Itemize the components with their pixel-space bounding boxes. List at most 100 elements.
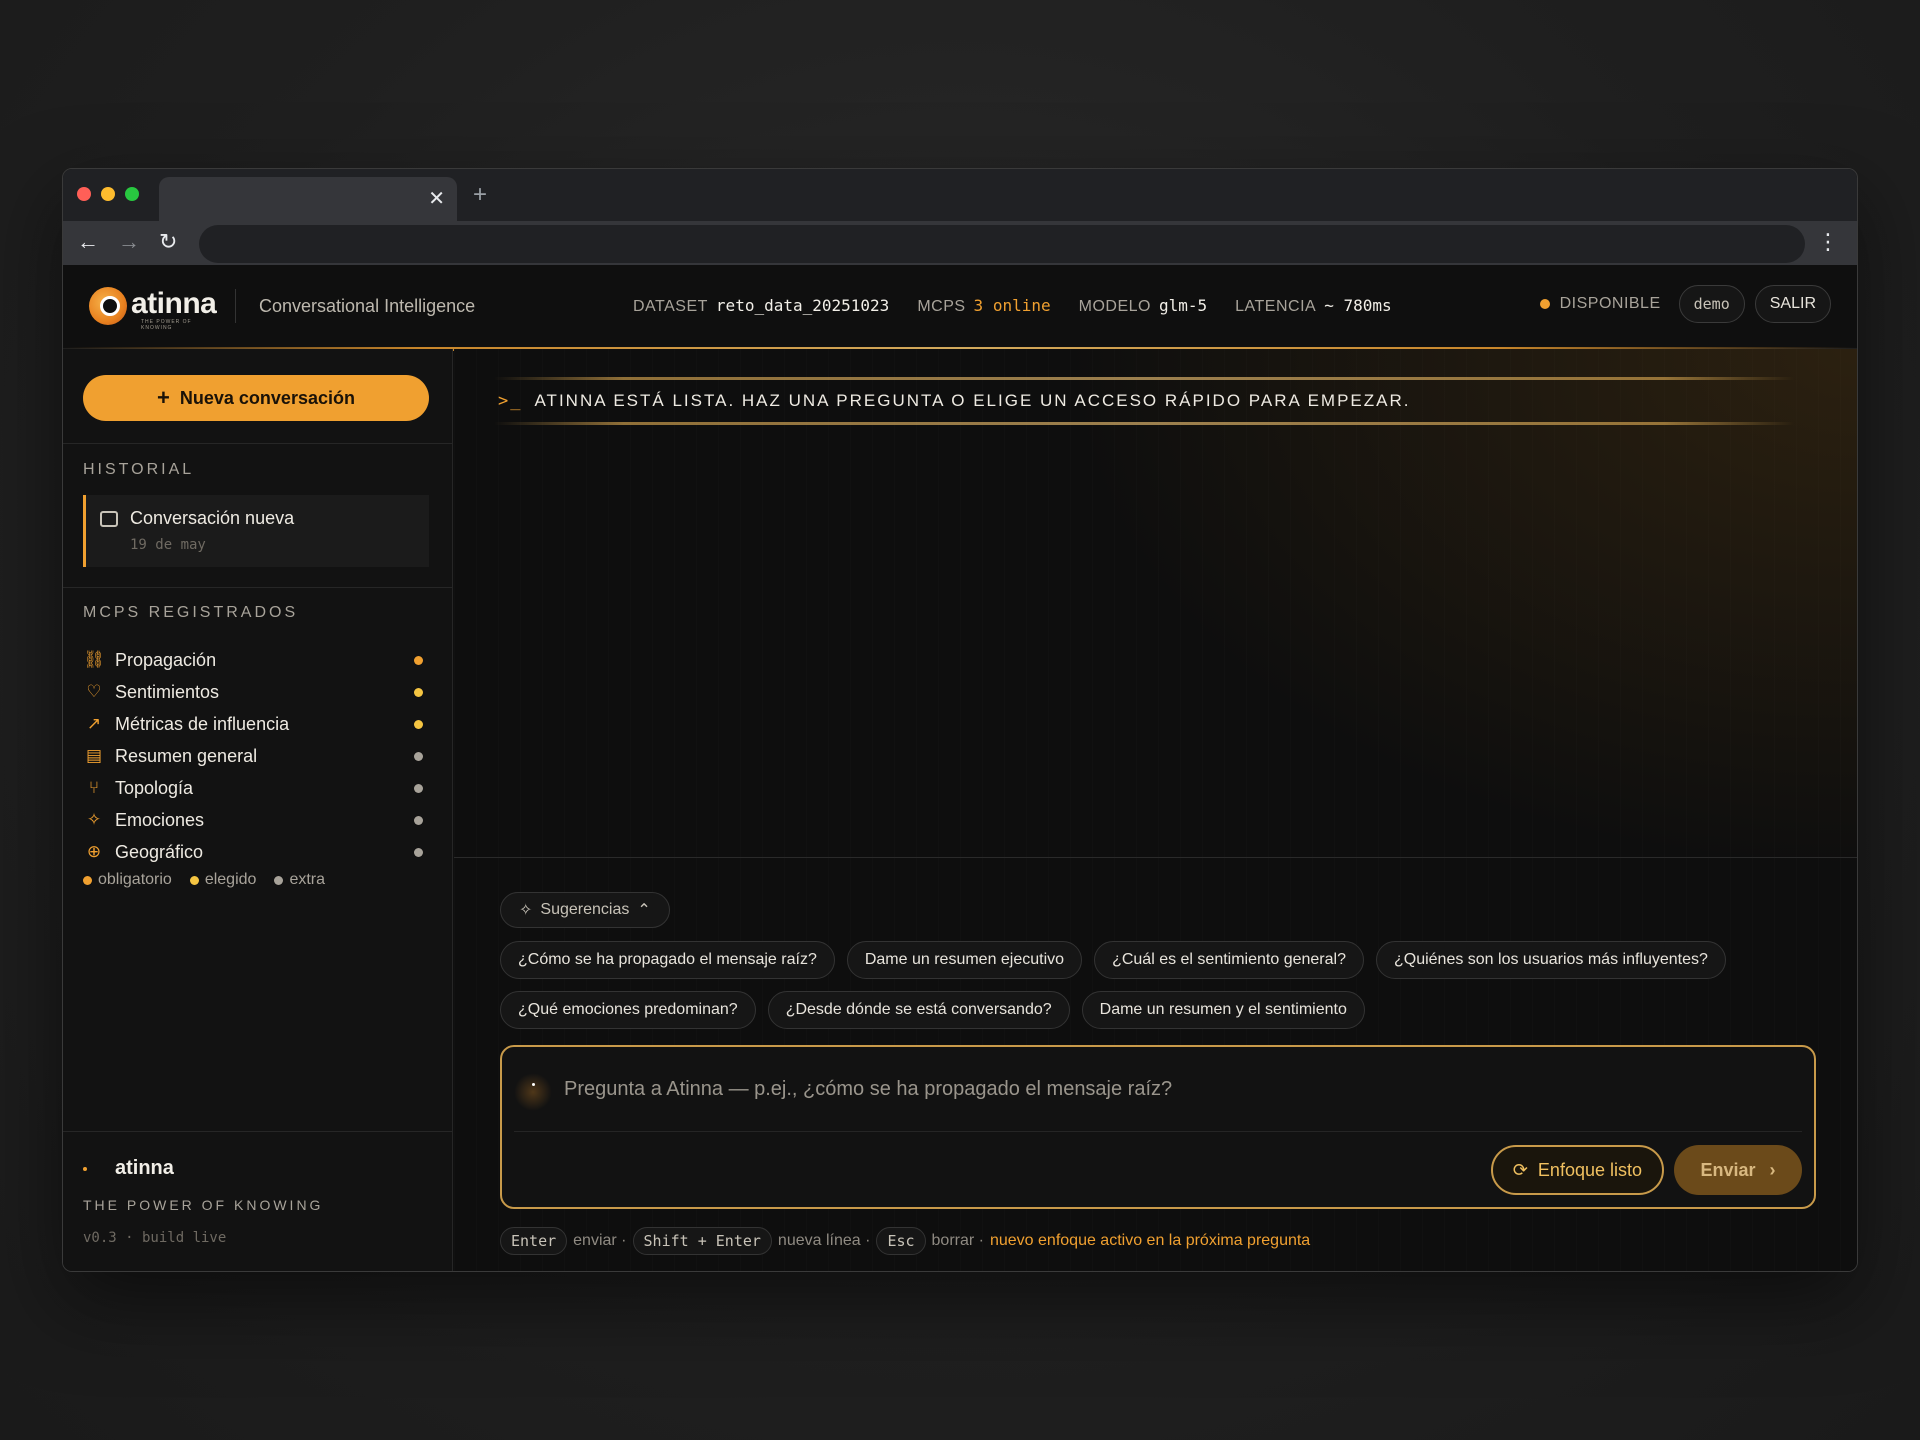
plus-icon: + bbox=[157, 385, 170, 410]
tab-close-icon[interactable]: ✕ bbox=[428, 187, 445, 211]
network-icon: ⛓ bbox=[83, 650, 105, 669]
mcp-item-sentimientos[interactable]: ♡ Sentimientos bbox=[83, 676, 429, 708]
new-conversation-label: Nueva conversación bbox=[179, 387, 355, 408]
close-window-button[interactable] bbox=[77, 187, 91, 201]
suggestion-chip[interactable]: ¿Desde dónde se está conversando? bbox=[767, 991, 1070, 1029]
message-input[interactable] bbox=[564, 1069, 1764, 1109]
sidebar-divider bbox=[63, 587, 453, 588]
forward-arrow-icon[interactable]: → bbox=[118, 229, 140, 255]
suggestion-chip[interactable]: ¿Cuál es el sentimiento general? bbox=[1094, 941, 1364, 979]
chevron-up-icon: ⌃ bbox=[637, 902, 651, 919]
mcp-item-metricas[interactable]: ↗ Métricas de influencia bbox=[83, 708, 429, 740]
footer-tagline: THE POWER OF KNOWING bbox=[83, 1197, 324, 1213]
hint-focus-note: nuevo enfoque activo en la próxima pregu… bbox=[989, 1232, 1311, 1249]
focus-ready-button[interactable]: ⟳ Enfoque listo bbox=[1490, 1145, 1664, 1195]
mcps-title: MCPS REGISTRADOS bbox=[83, 604, 299, 621]
minimize-window-button[interactable] bbox=[101, 187, 115, 201]
mcp-item-propagacion[interactable]: ⛓ Propagación bbox=[83, 644, 429, 676]
status-dot-icon bbox=[1539, 299, 1550, 309]
stat-mcps: MCPS 3 online bbox=[917, 296, 1051, 315]
branch-icon: ⑂ bbox=[88, 778, 100, 797]
chat-bubble-icon bbox=[100, 511, 118, 527]
browser-tabbar: ✕ + bbox=[63, 169, 1857, 221]
sparkles-icon: ✧ bbox=[86, 810, 102, 829]
mcp-status-dot bbox=[414, 784, 423, 793]
browser-menu-icon[interactable]: ⋮ bbox=[1817, 229, 1839, 255]
address-bar[interactable] bbox=[199, 225, 1805, 263]
logout-button[interactable]: SALIR bbox=[1754, 285, 1831, 323]
suggestion-chips: ¿Cómo se ha propagado el mensaje raíz? D… bbox=[500, 941, 1810, 1029]
suggestion-chip[interactable]: Dame un resumen ejecutivo bbox=[846, 941, 1083, 979]
kbd-shift-enter: Shift + Enter bbox=[632, 1227, 772, 1255]
stat-latency: LATENCIA ~ 780ms bbox=[1235, 296, 1392, 315]
new-conversation-button[interactable]: + Nueva conversación bbox=[83, 375, 429, 421]
suggestions-label: Sugerencias bbox=[540, 901, 630, 918]
main-panel: >_ ATINNA ESTÁ LISTA. HAZ UNA PREGUNTA O … bbox=[454, 349, 1857, 1271]
focus-ready-label: Enfoque listo bbox=[1537, 1159, 1642, 1180]
suggestion-chip[interactable]: ¿Cómo se ha propagado el mensaje raíz? bbox=[500, 941, 835, 979]
message-composer: ⟳ Enfoque listo Enviar › bbox=[500, 1045, 1816, 1209]
back-arrow-icon[interactable]: ← bbox=[77, 229, 99, 255]
mcp-item-emociones[interactable]: ✧ Emociones bbox=[83, 804, 429, 836]
mcp-item-geografico[interactable]: ⊕ Geográfico bbox=[83, 836, 429, 868]
composer-divider bbox=[514, 1131, 1802, 1132]
conversation-divider bbox=[454, 857, 1857, 858]
heart-icon: ♡ bbox=[86, 682, 102, 701]
footer-logo: atinna bbox=[83, 1157, 174, 1180]
browser-tab[interactable]: ✕ bbox=[159, 177, 457, 221]
new-tab-icon[interactable]: + bbox=[473, 183, 487, 207]
logo-mark-icon bbox=[89, 287, 127, 325]
banner-line-bottom bbox=[494, 422, 1794, 425]
app-header: atinna THE POWER OF KNOWING Conversation… bbox=[63, 265, 1857, 351]
chevron-right-icon: › bbox=[1769, 1159, 1776, 1180]
document-icon: ▤ bbox=[85, 746, 103, 765]
suggestions-toggle[interactable]: ✧ Sugerencias ⌃ bbox=[500, 892, 670, 928]
mcp-item-resumen[interactable]: ▤ Resumen general bbox=[83, 740, 429, 772]
maximize-window-button[interactable] bbox=[125, 187, 139, 201]
window-controls bbox=[77, 187, 139, 201]
browser-window: ✕ + ← → ↻ ⋮ atinna THE POWER OF KNOWING … bbox=[62, 168, 1858, 1272]
header-stats: DATASET reto_data_20251023 MCPS 3 online M… bbox=[633, 296, 1392, 316]
mcp-status-dot bbox=[414, 720, 423, 729]
globe-icon: ⊕ bbox=[86, 842, 102, 861]
kbd-esc: Esc bbox=[876, 1227, 926, 1255]
mcp-item-topologia[interactable]: ⑂ Topología bbox=[83, 772, 429, 804]
hint-enter: enviar · bbox=[573, 1232, 627, 1249]
product-name: Conversational Intelligence bbox=[259, 296, 476, 316]
stat-dataset: DATASET reto_data_20251023 bbox=[633, 296, 890, 315]
mcp-status-dot bbox=[414, 816, 423, 825]
app-logo[interactable]: atinna THE POWER OF KNOWING bbox=[89, 287, 217, 331]
history-item-date: 19 de may bbox=[130, 537, 206, 553]
footer-brand-name: atinna bbox=[115, 1157, 174, 1179]
status-label: DISPONIBLE bbox=[1559, 295, 1661, 312]
send-label: Enviar bbox=[1700, 1159, 1756, 1180]
footer-version: v0.3 · build live bbox=[83, 1230, 227, 1246]
header-right: DISPONIBLE demo SALIR bbox=[1539, 285, 1831, 323]
legend-dot-icon bbox=[189, 875, 199, 885]
suggestion-chip[interactable]: ¿Qué emociones predominan? bbox=[500, 991, 756, 1029]
sparkle-icon: ✧ bbox=[519, 902, 533, 919]
legend-chosen: elegido bbox=[189, 871, 256, 889]
hint-esc: borrar · bbox=[931, 1232, 984, 1249]
history-item[interactable]: Conversación nueva 19 de may bbox=[83, 495, 429, 567]
mcp-status-dot bbox=[414, 688, 423, 697]
history-title: HISTORIAL bbox=[83, 461, 195, 478]
suggestion-chip[interactable]: ¿Quiénes son los usuarios más influyente… bbox=[1375, 941, 1726, 979]
legend-required: obligatorio bbox=[83, 871, 172, 889]
assistant-avatar bbox=[514, 1073, 552, 1111]
header-divider bbox=[235, 289, 236, 323]
history-item-title: Conversación nueva bbox=[130, 508, 295, 528]
footer-logo-mark-icon bbox=[83, 1166, 87, 1171]
status-indicator: DISPONIBLE bbox=[1539, 295, 1661, 313]
kbd-enter: Enter bbox=[500, 1227, 568, 1255]
mcp-status-dot bbox=[414, 656, 423, 665]
user-badge[interactable]: demo bbox=[1678, 285, 1745, 323]
mcp-list: ⛓ Propagación ♡ Sentimientos ↗ Métricas … bbox=[83, 644, 429, 868]
refresh-icon: ⟳ bbox=[1512, 1159, 1528, 1180]
reload-icon[interactable]: ↻ bbox=[159, 229, 177, 255]
send-button[interactable]: Enviar › bbox=[1674, 1145, 1802, 1195]
legend-dot-icon bbox=[83, 875, 92, 885]
ready-banner: >_ ATINNA ESTÁ LISTA. HAZ UNA PREGUNTA O … bbox=[494, 377, 1794, 425]
suggestion-chip[interactable]: Dame un resumen y el sentimiento bbox=[1081, 991, 1365, 1029]
logo-text: atinna bbox=[131, 287, 217, 320]
